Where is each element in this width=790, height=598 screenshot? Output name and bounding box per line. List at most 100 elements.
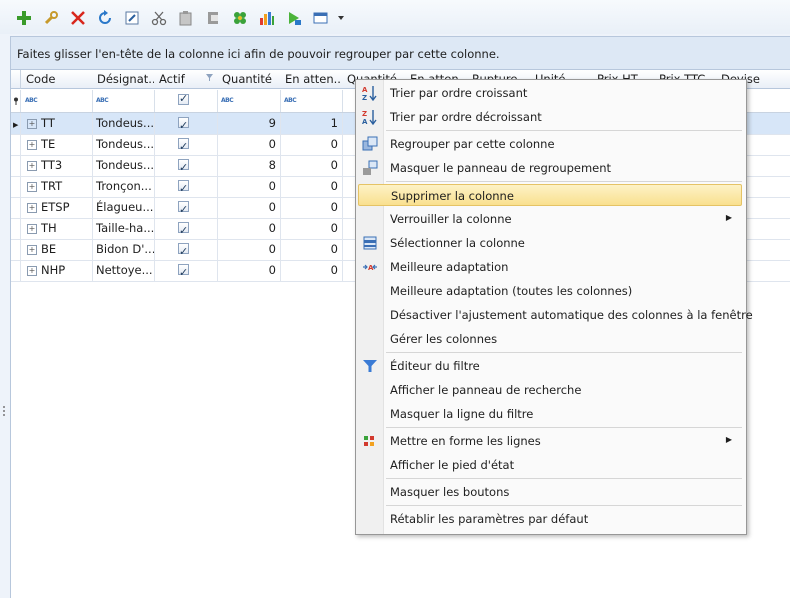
menu-item-hide-group-panel[interactable]: Masquer le panneau de regroupement: [358, 157, 742, 179]
cell-quantite[interactable]: 0: [217, 134, 281, 155]
active-checkbox[interactable]: [178, 115, 189, 134]
filter-checkbox[interactable]: [178, 92, 189, 105]
menu-item-select-column[interactable]: Sélectionner la colonne: [358, 232, 742, 254]
filter-icon[interactable]: [206, 74, 213, 81]
cell-quantite[interactable]: 0: [217, 197, 281, 218]
expand-icon[interactable]: +: [27, 118, 37, 129]
cell-en-attente[interactable]: 0: [280, 218, 343, 239]
cell-actif[interactable]: [154, 176, 218, 197]
active-checkbox[interactable]: [178, 262, 189, 281]
cell-code[interactable]: + BE: [21, 239, 93, 260]
cell-en-attente[interactable]: 0: [280, 260, 343, 281]
run-icon[interactable]: [285, 9, 303, 27]
filter-cell-code[interactable]: ABC: [21, 90, 93, 112]
cell-en-attente[interactable]: 1: [280, 113, 343, 134]
refresh-icon[interactable]: [96, 9, 114, 27]
cell-actif[interactable]: [154, 155, 218, 176]
cell-en-attente[interactable]: 0: [280, 134, 343, 155]
add-icon[interactable]: [15, 9, 33, 27]
cell-code[interactable]: + TE: [21, 134, 93, 155]
menu-item-lock-column[interactable]: Verrouiller la colonne ▶: [358, 208, 742, 230]
paste-icon[interactable]: [177, 9, 195, 27]
cut-icon[interactable]: [150, 9, 168, 27]
cell-code[interactable]: + TH: [21, 218, 93, 239]
active-checkbox[interactable]: [178, 241, 189, 260]
column-header-designation[interactable]: Désignat...: [92, 70, 155, 89]
column-header-en-attente[interactable]: En atten...: [280, 70, 343, 89]
column-header-quantite[interactable]: Quantité: [217, 70, 281, 89]
active-checkbox[interactable]: [178, 220, 189, 239]
cell-en-attente[interactable]: 0: [280, 239, 343, 260]
cell-actif[interactable]: [154, 239, 218, 260]
settings-icon[interactable]: [312, 9, 330, 27]
menu-item-sort-descending[interactable]: ZA Trier par ordre décroissant: [358, 106, 742, 128]
cell-en-attente[interactable]: 0: [280, 155, 343, 176]
filter-cell-designation[interactable]: ABC: [92, 90, 155, 112]
column-header-code[interactable]: Code: [21, 70, 93, 89]
cell-designation[interactable]: Taille-ha...: [92, 218, 155, 239]
cell-actif[interactable]: [154, 260, 218, 281]
cell-designation[interactable]: Élagueu...: [92, 197, 155, 218]
expand-icon[interactable]: +: [27, 223, 37, 234]
expand-icon[interactable]: +: [27, 139, 37, 150]
menu-item-manage-columns[interactable]: Gérer les colonnes: [358, 328, 742, 350]
active-checkbox[interactable]: [178, 157, 189, 176]
export-icon[interactable]: [204, 9, 222, 27]
cell-actif[interactable]: [154, 134, 218, 155]
menu-item-reset-defaults[interactable]: Rétablir les paramètres par défaut: [358, 508, 742, 530]
menu-item-show-status-footer[interactable]: Afficher le pied d'état: [358, 454, 742, 476]
cell-code[interactable]: + TT3: [21, 155, 93, 176]
menu-item-best-fit[interactable]: A Meilleure adaptation: [358, 256, 742, 278]
cell-designation[interactable]: Tondeus...: [92, 134, 155, 155]
cell-quantite[interactable]: 8: [217, 155, 281, 176]
cell-quantite[interactable]: 0: [217, 218, 281, 239]
cell-actif[interactable]: [154, 113, 218, 134]
cell-en-attente[interactable]: 0: [280, 176, 343, 197]
expand-icon[interactable]: +: [27, 244, 37, 255]
cell-actif[interactable]: [154, 197, 218, 218]
cell-designation[interactable]: Tronçon...: [92, 176, 155, 197]
expand-icon[interactable]: +: [27, 202, 37, 213]
cell-code[interactable]: + ETSP: [21, 197, 93, 218]
group-panel[interactable]: Faites glisser l'en-tête de la colonne i…: [11, 37, 790, 70]
menu-item-hide-filter-row[interactable]: Masquer la ligne du filtre: [358, 403, 742, 425]
expand-icon[interactable]: +: [27, 265, 37, 276]
menu-item-disable-auto-fit[interactable]: Désactiver l'ajustement automatique des …: [358, 304, 753, 326]
edit-icon[interactable]: [123, 9, 141, 27]
flower-icon[interactable]: [231, 9, 249, 27]
menu-item-sort-ascending[interactable]: AZ Trier par ordre croissant: [358, 82, 742, 104]
active-checkbox[interactable]: [178, 199, 189, 218]
splitter-handle[interactable]: [2, 405, 6, 419]
menu-item-delete-column[interactable]: Supprimer la colonne: [358, 184, 742, 206]
filter-cell-quantite[interactable]: ABC: [217, 90, 281, 112]
cell-quantite[interactable]: 9: [217, 113, 281, 134]
menu-item-show-search-panel[interactable]: Afficher le panneau de recherche: [358, 379, 742, 401]
filter-cell-actif[interactable]: [154, 90, 218, 112]
cell-quantite[interactable]: 0: [217, 239, 281, 260]
menu-item-format-rows[interactable]: Mettre en forme les lignes ▶: [358, 430, 742, 452]
menu-item-hide-buttons[interactable]: Masquer les boutons: [358, 481, 742, 503]
cell-quantite[interactable]: 0: [217, 260, 281, 281]
cell-en-attente[interactable]: 0: [280, 197, 343, 218]
cell-quantite[interactable]: 0: [217, 176, 281, 197]
filter-cell-en-attente[interactable]: ABC: [280, 90, 343, 112]
cell-designation[interactable]: Tondeus...: [92, 113, 155, 134]
chart-icon[interactable]: [258, 9, 276, 27]
cell-designation[interactable]: Nettoye...: [92, 260, 155, 281]
cell-code[interactable]: + TT: [21, 113, 93, 134]
column-header-actif[interactable]: Actif: [154, 70, 218, 89]
delete-icon[interactable]: [69, 9, 87, 27]
cell-code[interactable]: + NHP: [21, 260, 93, 281]
menu-item-group-by-column[interactable]: Regrouper par cette colonne: [358, 133, 742, 155]
menu-item-best-fit-all[interactable]: Meilleure adaptation (toutes les colonne…: [358, 280, 742, 302]
expand-icon[interactable]: +: [27, 160, 37, 171]
wrench-icon[interactable]: [42, 9, 60, 27]
chevron-down-icon[interactable]: [336, 9, 346, 27]
active-checkbox[interactable]: [178, 178, 189, 197]
active-checkbox[interactable]: [178, 136, 189, 155]
cell-actif[interactable]: [154, 218, 218, 239]
menu-item-filter-editor[interactable]: Éditeur du filtre: [358, 355, 742, 377]
expand-icon[interactable]: +: [27, 181, 37, 192]
cell-code[interactable]: + TRT: [21, 176, 93, 197]
cell-designation[interactable]: Tondeus...: [92, 155, 155, 176]
